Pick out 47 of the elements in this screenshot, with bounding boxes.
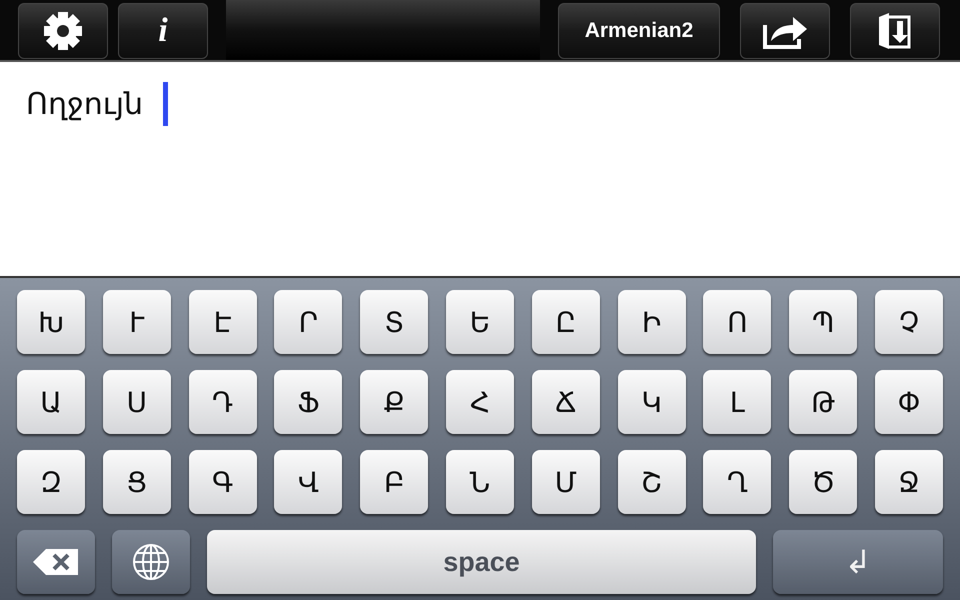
share-button[interactable] <box>740 3 830 59</box>
letter-key[interactable]: Վ <box>274 450 342 514</box>
settings-button[interactable] <box>18 3 108 59</box>
letter-key[interactable]: Ա <box>17 370 85 434</box>
letter-key[interactable]: Թ <box>789 370 858 434</box>
backspace-icon <box>32 548 80 576</box>
letter-key[interactable]: Բ <box>360 450 428 514</box>
letter-key[interactable]: Ե <box>446 290 514 354</box>
editor-text: Ողջույն <box>26 86 143 124</box>
letter-key[interactable]: Տ <box>360 290 428 354</box>
globe-key[interactable] <box>112 530 190 594</box>
info-button[interactable]: i <box>118 3 208 59</box>
letter-key[interactable]: Փ <box>874 370 943 434</box>
letter-key[interactable]: Ց <box>102 450 171 514</box>
letter-key[interactable]: Խ <box>17 290 85 354</box>
letter-key[interactable]: Չ <box>874 290 943 354</box>
letter-key[interactable]: Ք <box>360 370 428 434</box>
space-key[interactable]: space <box>207 530 756 594</box>
letter-key[interactable]: Ջ <box>874 450 943 514</box>
layout-button[interactable]: Armenian2 <box>558 3 720 59</box>
letter-key[interactable]: Զ <box>17 450 85 514</box>
letter-key[interactable]: Ո <box>703 290 772 354</box>
letter-key[interactable]: Ճ <box>532 370 600 434</box>
letter-key[interactable]: Ղ <box>703 450 772 514</box>
delete-key[interactable] <box>17 530 95 594</box>
letter-key[interactable]: Ս <box>102 370 171 434</box>
letter-key[interactable]: Շ <box>618 450 686 514</box>
settings-icon <box>43 11 83 51</box>
letter-key[interactable]: Դ <box>188 370 257 434</box>
letter-key[interactable]: Հ <box>446 370 514 434</box>
letter-key[interactable]: Է <box>188 290 257 354</box>
letter-key[interactable]: Ծ <box>789 450 858 514</box>
letter-key[interactable]: Ը <box>532 290 600 354</box>
letter-key[interactable]: Ի <box>618 290 686 354</box>
globe-icon <box>131 542 171 582</box>
text-cursor <box>163 82 168 126</box>
letter-key[interactable]: Ֆ <box>274 370 342 434</box>
letter-key[interactable]: Պ <box>789 290 858 354</box>
letter-key[interactable]: Ւ <box>102 290 171 354</box>
save-button[interactable] <box>850 3 940 59</box>
letter-key[interactable]: Լ <box>703 370 772 434</box>
letter-key[interactable]: Ր <box>274 290 342 354</box>
return-key[interactable]: ↲ <box>773 530 943 594</box>
letter-key[interactable]: Ն <box>446 450 514 514</box>
letter-key[interactable]: Մ <box>532 450 600 514</box>
letter-key[interactable]: Գ <box>188 450 257 514</box>
letter-key[interactable]: Կ <box>618 370 686 434</box>
